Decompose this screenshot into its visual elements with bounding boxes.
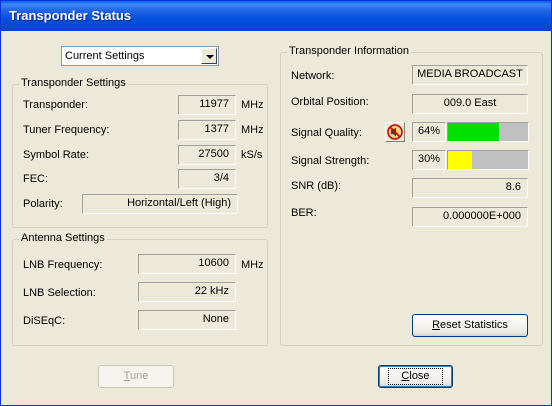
transponder-information-legend: Transponder Information bbox=[287, 45, 412, 57]
transponder-status-window: Transponder Status Current Settings Tran… bbox=[0, 0, 552, 406]
fec-label: FEC: bbox=[23, 173, 49, 185]
reset-statistics-label: eset Statistics bbox=[440, 319, 508, 331]
snr-label: SNR (dB): bbox=[291, 180, 342, 192]
snr-value: 8.6 bbox=[412, 178, 528, 198]
ber-label: BER: bbox=[291, 207, 317, 219]
signal-quality-label: Signal Quality: bbox=[291, 127, 362, 139]
diseqc-label: DiSEqC: bbox=[23, 315, 66, 327]
lnb-frequency-unit: MHz bbox=[241, 259, 264, 271]
signal-quality-percent: 64% bbox=[412, 122, 446, 142]
network-label: Network: bbox=[291, 70, 335, 82]
signal-strength-fill bbox=[448, 151, 472, 169]
reset-statistics-mnemonic: R bbox=[432, 319, 441, 331]
mute-button[interactable] bbox=[385, 122, 405, 142]
transponder-settings-legend: Transponder Settings bbox=[19, 77, 128, 89]
close-button[interactable]: Close bbox=[378, 365, 453, 388]
symbol-rate-unit: kS/s bbox=[241, 149, 263, 161]
lnb-frequency-value: 10600 bbox=[138, 254, 236, 274]
orbital-position-label: Orbital Position: bbox=[291, 96, 369, 108]
fec-value: 3/4 bbox=[178, 169, 236, 189]
signal-strength-label: Signal Strength: bbox=[291, 155, 370, 167]
close-label: lose bbox=[409, 370, 430, 382]
lnb-frequency-label: LNB Frequency: bbox=[23, 259, 103, 271]
settings-select[interactable]: Current Settings bbox=[61, 46, 219, 66]
network-value: MEDIA BROADCAST bbox=[412, 65, 528, 85]
reset-statistics-button[interactable]: Reset Statistics bbox=[412, 314, 528, 337]
tuner-frequency-value: 1377 bbox=[178, 120, 236, 140]
lnb-selection-value: 22 kHz bbox=[138, 282, 236, 302]
symbol-rate-value: 27500 bbox=[178, 145, 236, 165]
tune-button[interactable]: Tune bbox=[98, 365, 174, 388]
signal-quality-bar bbox=[447, 122, 529, 142]
signal-quality-fill bbox=[448, 123, 500, 141]
transponder-label: Transponder: bbox=[23, 99, 89, 111]
window-title: Transponder Status bbox=[9, 8, 132, 23]
settings-select-value: Current Settings bbox=[65, 50, 145, 62]
symbol-rate-label: Symbol Rate: bbox=[23, 149, 90, 161]
ber-value: 0.000000E+000 bbox=[412, 207, 528, 227]
antenna-settings-legend: Antenna Settings bbox=[19, 232, 107, 244]
speaker-muted-icon bbox=[387, 124, 403, 140]
transponder-unit: MHz bbox=[241, 99, 264, 111]
polarity-label: Polarity: bbox=[23, 198, 63, 210]
lnb-selection-label: LNB Selection: bbox=[23, 287, 96, 299]
signal-strength-percent: 30% bbox=[412, 150, 446, 170]
diseqc-value: None bbox=[138, 310, 236, 330]
signal-strength-bar bbox=[447, 150, 529, 170]
tuner-frequency-label: Tuner Frequency: bbox=[23, 124, 110, 136]
title-bar: Transponder Status bbox=[1, 1, 551, 31]
tune-label: une bbox=[129, 370, 149, 382]
orbital-position-value: 009.0 East bbox=[412, 94, 528, 114]
tuner-frequency-unit: MHz bbox=[241, 124, 264, 136]
chevron-down-icon[interactable] bbox=[201, 48, 217, 64]
polarity-value: Horizontal/Left (High) bbox=[82, 194, 238, 214]
transponder-value: 11977 bbox=[178, 95, 236, 115]
